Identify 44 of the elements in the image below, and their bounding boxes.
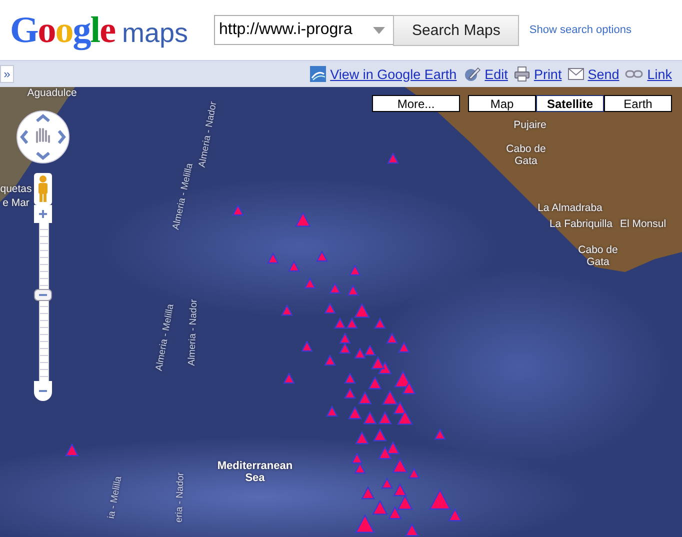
map-type-button[interactable]: Satellite — [536, 95, 604, 112]
map-label: Almeria - Melilla — [152, 302, 178, 374]
toolbar-link[interactable]: Print — [534, 66, 562, 82]
show-search-options-link[interactable]: Show search options — [529, 24, 632, 36]
pencil-globe-icon — [462, 66, 481, 82]
more-layers-button[interactable]: More... — [372, 95, 460, 112]
zoom-in-icon[interactable] — [34, 205, 52, 223]
zoom-slider[interactable] — [34, 205, 52, 401]
zoom-slider-thumb[interactable] — [34, 289, 52, 302]
search-maps-button[interactable]: Search Maps — [393, 14, 520, 46]
map-label: Almeria - Nador — [186, 298, 200, 368]
printer-icon — [514, 66, 530, 82]
map-type-button[interactable]: Map — [468, 95, 536, 112]
toolbar-link[interactable]: Edit — [484, 66, 508, 82]
collapse-panel-button[interactable]: » — [0, 65, 14, 83]
map-type-button[interactable]: Earth — [604, 95, 672, 112]
map-label: Almeria - Nador — [196, 100, 220, 170]
satellite-map[interactable] — [0, 87, 682, 537]
map-label: quetas — [0, 183, 32, 195]
logo-wordmark: Google — [10, 8, 115, 52]
envelope-icon — [568, 68, 584, 80]
map-label: Mediterranean Sea — [216, 460, 294, 484]
map-label: La Almadraba — [536, 202, 604, 214]
zoom-out-icon[interactable] — [34, 381, 52, 401]
map-label: La Fabriquilla — [548, 218, 614, 230]
toolbar-link[interactable]: Link — [647, 66, 672, 82]
map-label: eria - Nador — [173, 471, 187, 525]
google-maps-logo[interactable]: Google maps — [10, 8, 200, 52]
map-label: e Mar — [2, 197, 30, 209]
map-label: Pujaire — [512, 119, 548, 131]
map-label: Cabo de Gata — [578, 245, 618, 268]
toolbar-link[interactable]: Send — [588, 66, 620, 82]
logo-product-text: maps — [122, 18, 188, 48]
map-label: Almeria - Melilla — [170, 161, 196, 233]
caret-icon[interactable] — [373, 26, 385, 34]
search-field[interactable]: http://www.i-progra — [214, 15, 394, 45]
chain-link-icon — [625, 69, 644, 79]
map-label: Cabo de Gata — [506, 144, 546, 168]
map-label: Aguadulce — [26, 87, 78, 99]
pan-control[interactable] — [16, 110, 70, 164]
map-label: ia - Melilla — [104, 474, 126, 522]
globe-icon — [310, 66, 326, 82]
map-label: El Monsul — [618, 218, 668, 230]
toolbar-link[interactable]: View in Google Earth — [330, 66, 457, 82]
